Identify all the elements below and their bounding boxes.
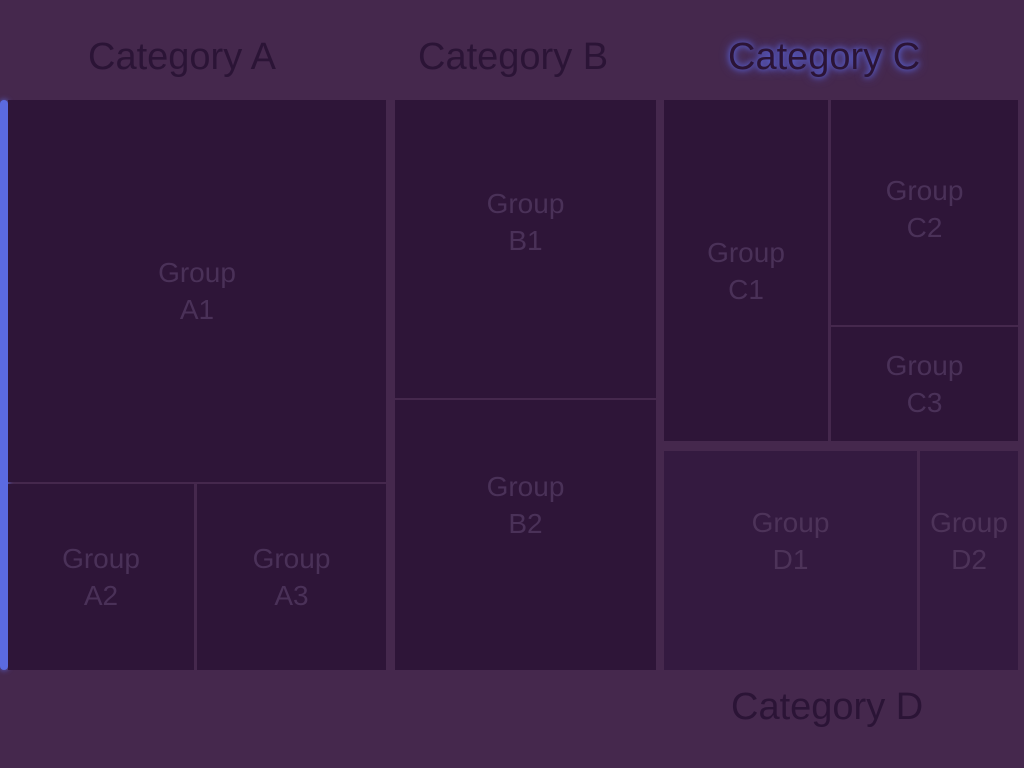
category-label-c[interactable]: Category C	[728, 36, 920, 79]
treemap-cell-c3[interactable]: Group C3	[831, 327, 1018, 441]
treemap-cell-a3[interactable]: Group A3	[197, 484, 386, 670]
cell-label: Group D2	[930, 506, 1008, 575]
treemap-cell-a2[interactable]: Group A2	[8, 484, 194, 670]
cell-label: Group A2	[62, 543, 140, 611]
treemap-cell-d2[interactable]: Group D2	[920, 451, 1018, 670]
cell-label: Group D1	[751, 506, 830, 575]
treemap-cell-b1[interactable]: Group B1	[395, 100, 656, 398]
category-label-d[interactable]: Category D	[731, 686, 923, 729]
cell-label: Group C3	[885, 350, 964, 418]
cell-label: Group A3	[252, 543, 331, 611]
selection-edge-highlight	[0, 100, 8, 670]
treemap-cell-b2[interactable]: Group B2	[395, 400, 656, 670]
cell-label: Group C1	[707, 236, 785, 305]
cell-label: Group B1	[486, 187, 565, 256]
treemap-cell-d1[interactable]: Group D1	[664, 451, 917, 670]
treemap-cell-c2[interactable]: Group C2	[831, 100, 1018, 325]
treemap-cell-c1[interactable]: Group C1	[664, 100, 828, 441]
category-label-b[interactable]: Category B	[418, 36, 608, 79]
category-label-a[interactable]: Category A	[88, 36, 276, 79]
cell-label: Group B2	[486, 471, 565, 539]
cell-label: Group A1	[158, 257, 236, 325]
cell-label: Group C2	[885, 174, 964, 243]
treemap-cell-a1[interactable]: Group A1	[8, 100, 386, 482]
